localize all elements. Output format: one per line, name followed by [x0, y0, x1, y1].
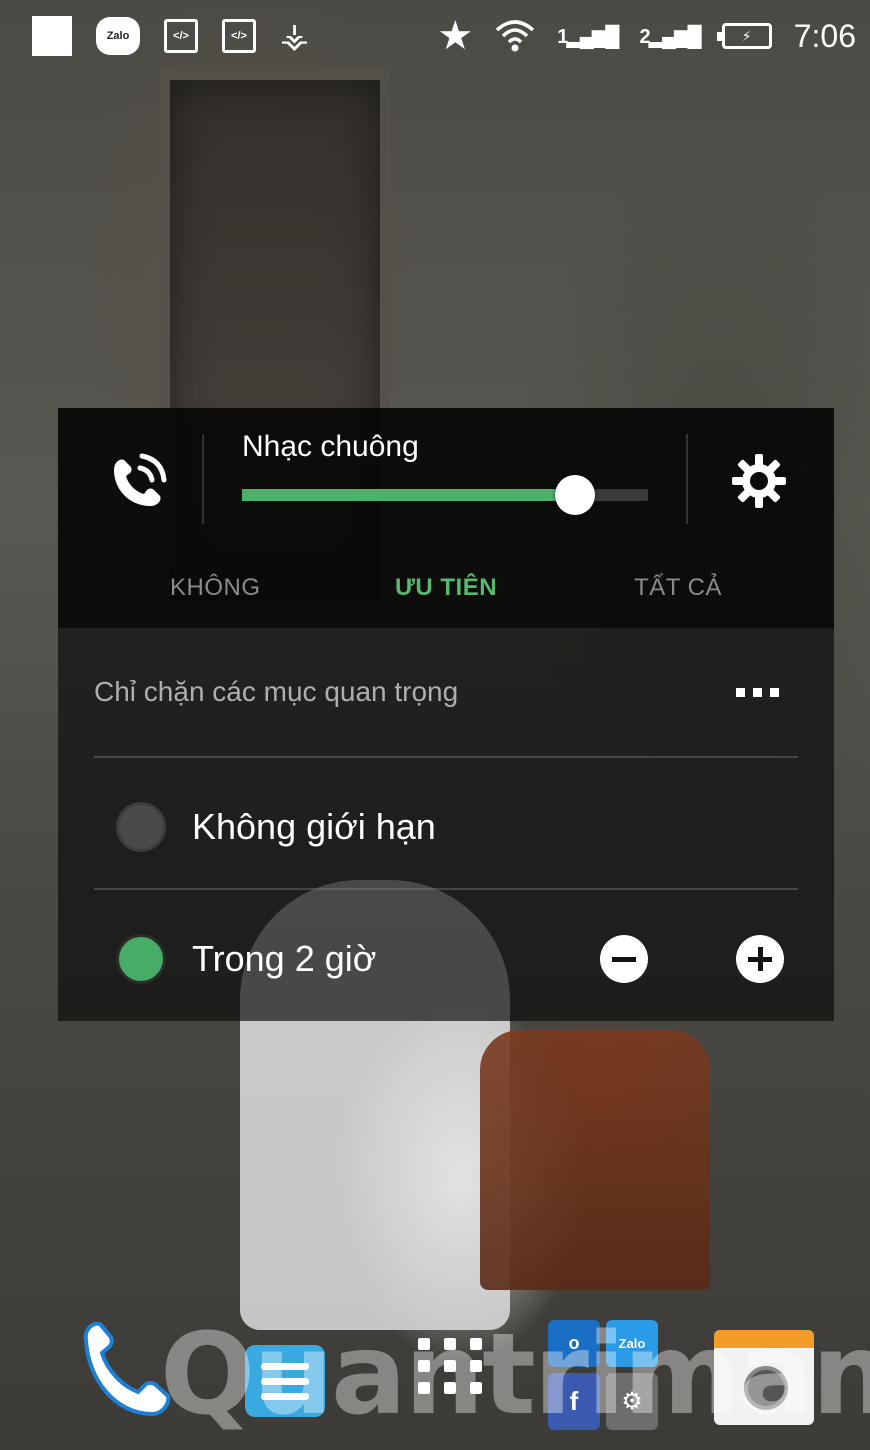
- priority-description: Chỉ chặn các mục quan trọng: [94, 676, 459, 707]
- wallpaper-stool: [480, 1030, 710, 1290]
- wifi-icon: [496, 20, 535, 52]
- volume-stream-label: Nhạc chuông: [242, 430, 419, 463]
- phone-icon[interactable]: [72, 1318, 172, 1428]
- option-unlimited[interactable]: Không giới hạn: [116, 802, 436, 852]
- star-icon: ★: [437, 14, 474, 58]
- settings-gear-icon[interactable]: [728, 450, 790, 512]
- battery-charging-icon: ⚡: [716, 23, 772, 49]
- divider: [202, 434, 204, 524]
- divider: [94, 888, 798, 890]
- tab-tat-ca[interactable]: TẤT CẢ: [538, 558, 834, 618]
- volume-slider-fill: [242, 489, 575, 501]
- tab-khong[interactable]: KHÔNG: [58, 558, 354, 618]
- option-unlimited-label: Không giới hạn: [192, 806, 436, 847]
- status-bar: Zalo </> </> ⚶ ★ 1▂▄▆█ 2▂▄▆█ ⚡ 7:06: [0, 0, 870, 72]
- zalo-icon: Zalo: [96, 17, 140, 55]
- priority-options-panel: Chỉ chặn các mục quan trọng Không giới h…: [58, 628, 834, 1021]
- ringtone-icon[interactable]: [102, 448, 172, 518]
- volume-panel: Nhạc chuông KHÔNG ƯU TIÊN TẤT CẢ: [58, 408, 834, 628]
- radio-unlimited[interactable]: [116, 802, 166, 852]
- option-duration[interactable]: Trong 2 giờ: [116, 934, 376, 984]
- watermark: Quantrimang: [160, 1310, 870, 1440]
- volume-slider[interactable]: [242, 475, 648, 515]
- code-icon: </>: [222, 19, 256, 53]
- volume-slider-thumb[interactable]: [554, 475, 595, 515]
- interruption-mode-tabs: KHÔNG ƯU TIÊN TẤT CẢ: [58, 558, 834, 618]
- divider: [94, 756, 798, 758]
- blank-notification-icon: [32, 16, 72, 56]
- clock: 7:06: [793, 17, 856, 54]
- tab-uu-tien[interactable]: ƯU TIÊN: [354, 558, 538, 618]
- usb-icon: ⚶: [280, 17, 309, 55]
- divider: [686, 434, 688, 524]
- decrease-duration-button[interactable]: [600, 935, 648, 983]
- increase-duration-button[interactable]: [736, 935, 784, 983]
- radio-duration[interactable]: [116, 934, 166, 984]
- signal-sim1-icon: 1▂▄▆█: [557, 25, 619, 48]
- more-options-icon[interactable]: [736, 688, 779, 697]
- code-icon: </>: [164, 19, 198, 53]
- option-duration-label: Trong 2 giờ: [192, 938, 377, 979]
- signal-sim2-icon: 2▂▄▆█: [639, 25, 701, 48]
